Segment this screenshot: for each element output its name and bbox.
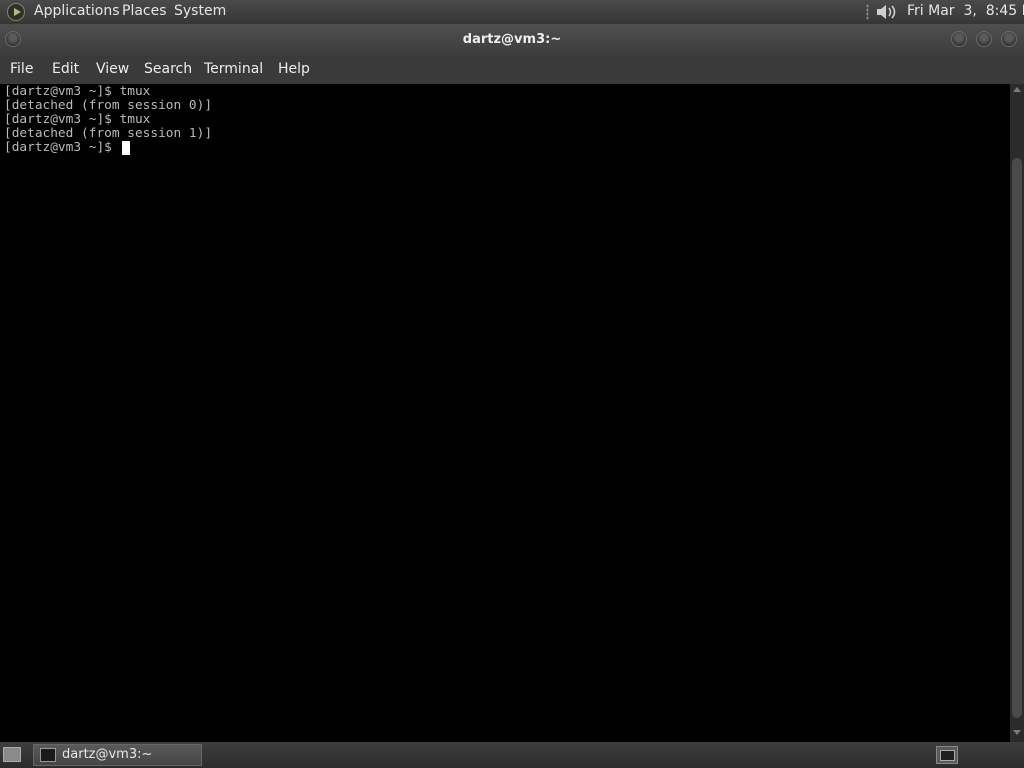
window-title: dartz@vm3:~ bbox=[462, 32, 562, 47]
workspace-switcher-icon[interactable] bbox=[936, 746, 958, 764]
close-icon[interactable] bbox=[1001, 31, 1017, 47]
menu-help[interactable]: Help bbox=[278, 61, 310, 77]
taskbar-window-label: dartz@vm3:~ bbox=[62, 747, 153, 762]
app-logo-icon[interactable] bbox=[7, 3, 25, 21]
terminal-area[interactable]: [dartz@vm3 ~]$ tmux [detached (from sess… bbox=[0, 84, 1010, 742]
show-desktop-icon[interactable] bbox=[3, 747, 21, 762]
terminal-line: [detached (from session 0)] bbox=[4, 98, 213, 113]
minimize-icon[interactable] bbox=[951, 31, 967, 47]
top-panel: Applications Places System Fri Mar 3, 8:… bbox=[0, 0, 1024, 24]
menu-terminal[interactable]: Terminal bbox=[204, 61, 263, 77]
menu-edit[interactable]: Edit bbox=[52, 61, 79, 77]
clock[interactable]: Fri Mar 3, 8:45 PM bbox=[907, 3, 1024, 19]
terminal-prompt: [dartz@vm3 ~]$ bbox=[4, 140, 120, 155]
places-menu[interactable]: Places bbox=[122, 3, 167, 19]
system-menu[interactable]: System bbox=[174, 3, 226, 19]
workspace-thumbnail bbox=[940, 750, 955, 761]
scroll-up-icon[interactable] bbox=[1013, 87, 1021, 92]
scroll-down-icon[interactable] bbox=[1013, 730, 1021, 735]
panel-separator bbox=[866, 4, 869, 20]
volume-icon[interactable] bbox=[874, 2, 898, 22]
scrollbar-thumb[interactable] bbox=[1012, 158, 1022, 718]
terminal-line: [dartz@vm3 ~]$ tmux bbox=[4, 84, 151, 99]
scrollbar[interactable] bbox=[1010, 84, 1024, 742]
maximize-icon[interactable] bbox=[976, 31, 992, 47]
applications-menu[interactable]: Applications bbox=[34, 3, 120, 19]
terminal-line: [detached (from session 1)] bbox=[4, 126, 213, 141]
taskbar-window-button[interactable]: dartz@vm3:~ bbox=[33, 744, 202, 766]
menu-file[interactable]: File bbox=[10, 61, 33, 77]
menu-view[interactable]: View bbox=[96, 61, 129, 77]
window-titlebar[interactable]: dartz@vm3:~ bbox=[0, 24, 1024, 56]
text-cursor bbox=[122, 141, 130, 155]
bottom-panel: dartz@vm3:~ bbox=[0, 742, 1024, 768]
terminal-line: [dartz@vm3 ~]$ tmux bbox=[4, 112, 151, 127]
terminal-icon bbox=[40, 748, 56, 762]
menu-search[interactable]: Search bbox=[144, 61, 192, 77]
menubar: File Edit View Search Terminal Help bbox=[0, 56, 1024, 83]
